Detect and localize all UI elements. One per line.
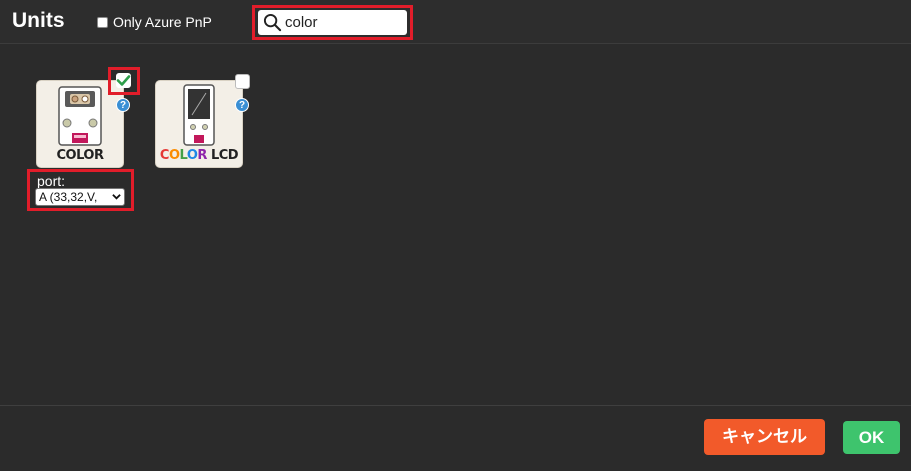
help-icon-color-lcd[interactable]: ? [235, 98, 249, 112]
help-icon-color[interactable]: ? [116, 98, 130, 112]
dialog-title: Units [12, 9, 65, 32]
port-select[interactable]: A (33,32,V, [35, 188, 125, 206]
lcd-letter-r: R [197, 148, 207, 163]
only-azure-pnp-checkbox[interactable] [97, 16, 108, 28]
only-azure-pnp-label: Only Azure PnP [113, 14, 212, 30]
chevron-down-icon [112, 194, 121, 200]
unit-checkbox-color-lcd[interactable] [235, 74, 250, 89]
port-label: port: [37, 173, 66, 189]
lcd-letter-c: C [159, 148, 170, 163]
search-icon [263, 13, 282, 32]
checkmark-icon [116, 75, 131, 86]
only-azure-pnp-toggle[interactable]: Only Azure PnP [97, 12, 212, 32]
search-box[interactable] [258, 10, 407, 35]
unit-name-color: COLOR [56, 148, 104, 163]
unit-name-color-lcd: COLOR LCD [156, 148, 242, 163]
units-dialog: Units Only Azure PnP color COLOR ? port:… [0, 0, 911, 471]
port-select-value: A (33,32,V, [39, 190, 98, 204]
search-input[interactable] [285, 13, 401, 32]
ok-button[interactable]: OK [843, 421, 900, 454]
lcd-word: LCD [210, 148, 239, 163]
lcd-letter-l: L [179, 148, 188, 163]
units-list: COLOR ? port: A (33,32,V, COLOR LCD ? [0, 44, 911, 406]
dialog-header: Units Only Azure PnP [0, 0, 911, 44]
lcd-letter-o1: O [168, 148, 180, 163]
unit-checkbox-color[interactable] [116, 73, 131, 88]
footer-divider [0, 405, 911, 406]
cancel-button[interactable]: キャンセル [704, 419, 825, 455]
unit-card-color-lcd[interactable]: COLOR LCD [156, 81, 242, 167]
lcd-letter-o2: O [186, 148, 198, 163]
